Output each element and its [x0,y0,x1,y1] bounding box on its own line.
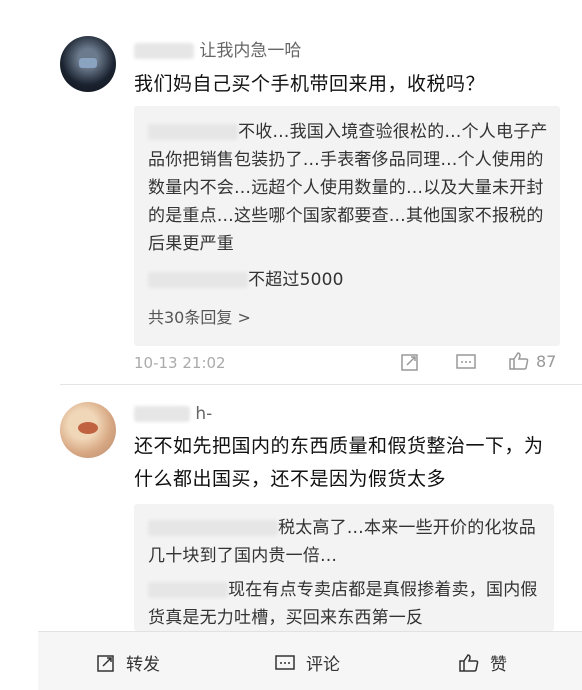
reply-item: 现在有点专卖店都是真假掺着卖，国内假货真是无力吐槽，买回来东西第一反 [148,576,552,632]
blurred-name [134,406,190,422]
reply-item: 税太高了…本来一些开价的化妆品几十块到了国内贵一倍… [148,514,552,570]
blurred-name [134,43,194,59]
timestamp: 10-13 21:02 [134,354,226,372]
blurred-name [148,520,278,536]
avatar[interactable] [60,402,116,458]
reply-item: 不超过5000 [148,266,548,294]
reply-text: 不超过5000 [248,270,344,290]
comment-icon [275,654,295,670]
bottom-toolbar: 转发 评论 赞 [38,631,582,690]
comment-icon [456,354,476,369]
comment-label: 评论 [306,655,340,675]
comment-toolbar-button[interactable]: 评论 [274,650,340,675]
like-toolbar-button[interactable]: 赞 [458,650,507,675]
repost-icon [401,354,418,371]
reply-text: 不收…我国入境查验很松的…个人电子产品你把销售包装扔了…手表奢侈品同理…个人使用… [148,122,548,254]
divider [60,384,582,385]
comment-username[interactable]: h- [134,404,212,424]
thumbs-up-icon [509,352,529,370]
repost-button[interactable] [400,352,420,372]
comment-username[interactable]: 让我内急一哈 [134,36,301,61]
thumbs-up-icon [459,653,479,672]
repost-icon [97,654,114,672]
username-text: 让我内急一哈 [199,41,302,61]
avatar[interactable] [60,36,116,92]
username-text: h- [195,404,213,424]
blurred-name [148,582,228,598]
like-button[interactable]: 87 [508,351,556,371]
like-label: 赞 [490,655,507,675]
like-count: 87 [536,351,557,371]
repost-label: 转发 [126,655,160,675]
more-replies-link[interactable]: 共30条回复 > [148,304,251,328]
comment-button[interactable] [455,352,477,372]
repost-toolbar-button[interactable]: 转发 [96,650,160,675]
reply-item: 不收…我国入境查验很松的…个人电子产品你把销售包装扔了…手表奢侈品同理…个人使用… [148,118,548,258]
comment-text: 我们妈自己买个手机带回来用，收税吗？ [134,73,486,95]
blurred-name [148,272,248,288]
comment-text: 还不如先把国内的东西质量和假货整治一下，为什么都出国买，还不是因为假货太多 [134,435,544,490]
blurred-name [148,124,238,140]
